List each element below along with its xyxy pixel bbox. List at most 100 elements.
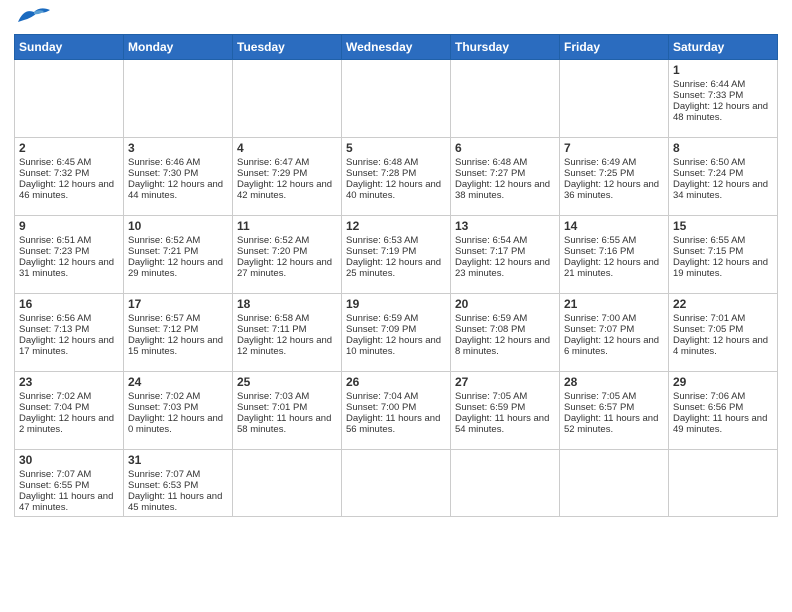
- logo: [14, 12, 52, 26]
- day-number: 27: [455, 375, 555, 389]
- col-header-saturday: Saturday: [669, 35, 778, 60]
- daylight-text: Daylight: 11 hours and 56 minutes.: [346, 413, 446, 435]
- daylight-text: Daylight: 12 hours and 31 minutes.: [19, 257, 119, 279]
- sunset-text: Sunset: 7:13 PM: [19, 324, 119, 335]
- calendar-cell: 17Sunrise: 6:57 AMSunset: 7:12 PMDayligh…: [124, 294, 233, 372]
- calendar-cell: 23Sunrise: 7:02 AMSunset: 7:04 PMDayligh…: [15, 372, 124, 450]
- sunset-text: Sunset: 7:23 PM: [19, 246, 119, 257]
- daylight-text: Daylight: 11 hours and 49 minutes.: [673, 413, 773, 435]
- sunset-text: Sunset: 7:24 PM: [673, 168, 773, 179]
- sunset-text: Sunset: 7:03 PM: [128, 402, 228, 413]
- sunrise-text: Sunrise: 6:53 AM: [346, 235, 446, 246]
- daylight-text: Daylight: 12 hours and 29 minutes.: [128, 257, 228, 279]
- daylight-text: Daylight: 11 hours and 47 minutes.: [19, 491, 119, 513]
- day-number: 1: [673, 63, 773, 77]
- daylight-text: Daylight: 12 hours and 25 minutes.: [346, 257, 446, 279]
- sunset-text: Sunset: 7:08 PM: [455, 324, 555, 335]
- sunrise-text: Sunrise: 7:05 AM: [564, 391, 664, 402]
- daylight-text: Daylight: 12 hours and 38 minutes.: [455, 179, 555, 201]
- day-number: 12: [346, 219, 446, 233]
- sunset-text: Sunset: 7:07 PM: [564, 324, 664, 335]
- daylight-text: Daylight: 11 hours and 45 minutes.: [128, 491, 228, 513]
- day-number: 5: [346, 141, 446, 155]
- daylight-text: Daylight: 12 hours and 23 minutes.: [455, 257, 555, 279]
- daylight-text: Daylight: 11 hours and 52 minutes.: [564, 413, 664, 435]
- daylight-text: Daylight: 12 hours and 10 minutes.: [346, 335, 446, 357]
- daylight-text: Daylight: 12 hours and 19 minutes.: [673, 257, 773, 279]
- sunset-text: Sunset: 7:01 PM: [237, 402, 337, 413]
- calendar-cell: 26 Sunrise: 7:04 AMSunset: 7:00 PMDayligh…: [342, 372, 451, 450]
- day-number: 21: [564, 297, 664, 311]
- sunset-text: Sunset: 7:11 PM: [237, 324, 337, 335]
- sunrise-text: Sunrise: 6:54 AM: [455, 235, 555, 246]
- daylight-text: Daylight: 12 hours and 46 minutes.: [19, 179, 119, 201]
- sunset-text: Sunset: 7:04 PM: [19, 402, 119, 413]
- sunrise-text: Sunrise: 6:52 AM: [237, 235, 337, 246]
- day-number: 23: [19, 375, 119, 389]
- calendar-cell: 22Sunrise: 7:01 AMSunset: 7:05 PMDayligh…: [669, 294, 778, 372]
- sunset-text: Sunset: 7:21 PM: [128, 246, 228, 257]
- day-number: 13: [455, 219, 555, 233]
- calendar-cell: [342, 450, 451, 517]
- calendar-cell: 24Sunrise: 7:02 AMSunset: 7:03 PMDayligh…: [124, 372, 233, 450]
- calendar-cell: 14Sunrise: 6:55 AMSunset: 7:16 PMDayligh…: [560, 216, 669, 294]
- calendar-cell: [451, 450, 560, 517]
- calendar-cell: [451, 60, 560, 138]
- day-number: 9: [19, 219, 119, 233]
- calendar-cell: 18Sunrise: 6:58 AMSunset: 7:11 PMDayligh…: [233, 294, 342, 372]
- sunrise-text: Sunrise: 6:48 AM: [346, 157, 446, 168]
- calendar-cell: 13 Sunrise: 6:54 AMSunset: 7:17 PMDayligh…: [451, 216, 560, 294]
- sunset-text: Sunset: 6:55 PM: [19, 480, 119, 491]
- day-number: 24: [128, 375, 228, 389]
- calendar-cell: 20Sunrise: 6:59 AMSunset: 7:08 PMDayligh…: [451, 294, 560, 372]
- calendar-cell: 8Sunrise: 6:50 AMSunset: 7:24 PMDaylight…: [669, 138, 778, 216]
- day-number: 25: [237, 375, 337, 389]
- daylight-text: Daylight: 12 hours and 6 minutes.: [564, 335, 664, 357]
- col-header-tuesday: Tuesday: [233, 35, 342, 60]
- sunrise-text: Sunrise: 7:05 AM: [455, 391, 555, 402]
- sunset-text: Sunset: 7:27 PM: [455, 168, 555, 179]
- daylight-text: Daylight: 12 hours and 17 minutes.: [19, 335, 119, 357]
- day-number: 30: [19, 453, 119, 467]
- sunrise-text: Sunrise: 6:55 AM: [564, 235, 664, 246]
- calendar-table: SundayMondayTuesdayWednesdayThursdayFrid…: [14, 34, 778, 517]
- calendar-cell: 1Sunrise: 6:44 AMSunset: 7:33 PMDaylight…: [669, 60, 778, 138]
- sunset-text: Sunset: 7:12 PM: [128, 324, 228, 335]
- sunset-text: Sunset: 7:00 PM: [346, 402, 446, 413]
- calendar-cell: 28Sunrise: 7:05 AMSunset: 6:57 PMDayligh…: [560, 372, 669, 450]
- day-number: 14: [564, 219, 664, 233]
- daylight-text: Daylight: 11 hours and 58 minutes.: [237, 413, 337, 435]
- day-number: 8: [673, 141, 773, 155]
- day-number: 31: [128, 453, 228, 467]
- sunrise-text: Sunrise: 7:04 AM: [346, 391, 446, 402]
- calendar-cell: 21Sunrise: 7:00 AMSunset: 7:07 PMDayligh…: [560, 294, 669, 372]
- day-number: 10: [128, 219, 228, 233]
- sunset-text: Sunset: 6:53 PM: [128, 480, 228, 491]
- sunset-text: Sunset: 7:25 PM: [564, 168, 664, 179]
- daylight-text: Daylight: 12 hours and 0 minutes.: [128, 413, 228, 435]
- day-number: 6: [455, 141, 555, 155]
- calendar-cell: 4Sunrise: 6:47 AMSunset: 7:29 PMDaylight…: [233, 138, 342, 216]
- col-header-monday: Monday: [124, 35, 233, 60]
- day-number: 15: [673, 219, 773, 233]
- sunrise-text: Sunrise: 6:58 AM: [237, 313, 337, 324]
- sunrise-text: Sunrise: 6:46 AM: [128, 157, 228, 168]
- day-number: 7: [564, 141, 664, 155]
- sunrise-text: Sunrise: 6:47 AM: [237, 157, 337, 168]
- calendar-cell: 7Sunrise: 6:49 AMSunset: 7:25 PMDaylight…: [560, 138, 669, 216]
- daylight-text: Daylight: 12 hours and 12 minutes.: [237, 335, 337, 357]
- daylight-text: Daylight: 12 hours and 2 minutes.: [19, 413, 119, 435]
- calendar-cell: 11Sunrise: 6:52 AMSunset: 7:20 PMDayligh…: [233, 216, 342, 294]
- sunset-text: Sunset: 6:56 PM: [673, 402, 773, 413]
- sunset-text: Sunset: 7:17 PM: [455, 246, 555, 257]
- page: SundayMondayTuesdayWednesdayThursdayFrid…: [0, 0, 792, 612]
- calendar-cell: 2Sunrise: 6:45 AMSunset: 7:32 PMDaylight…: [15, 138, 124, 216]
- calendar-cell: 16Sunrise: 6:56 AMSunset: 7:13 PMDayligh…: [15, 294, 124, 372]
- day-number: 26: [346, 375, 446, 389]
- daylight-text: Daylight: 12 hours and 21 minutes.: [564, 257, 664, 279]
- day-number: 11: [237, 219, 337, 233]
- sunrise-text: Sunrise: 6:48 AM: [455, 157, 555, 168]
- col-header-sunday: Sunday: [15, 35, 124, 60]
- sunrise-text: Sunrise: 6:57 AM: [128, 313, 228, 324]
- daylight-text: Daylight: 12 hours and 42 minutes.: [237, 179, 337, 201]
